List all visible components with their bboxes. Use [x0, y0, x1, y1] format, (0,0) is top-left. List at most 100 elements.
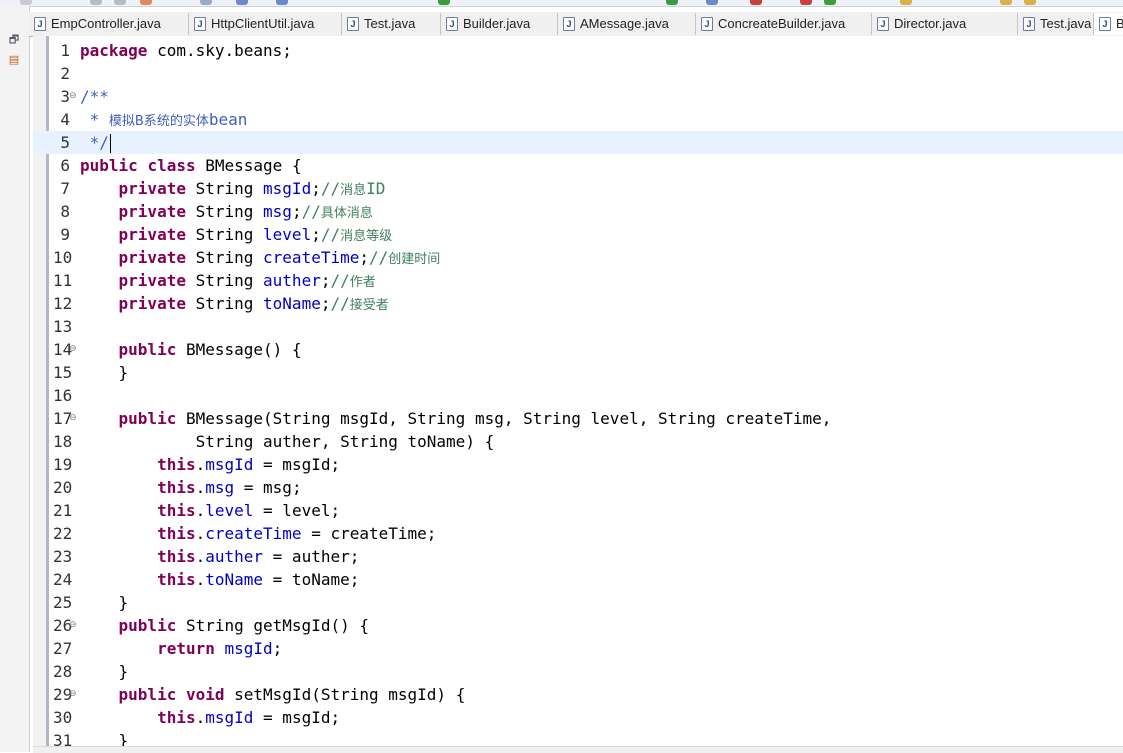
code-token: this — [157, 455, 196, 474]
code-line[interactable]: 29 ⊖ public void setMsgId(String msgId) { — [33, 683, 1123, 706]
code-token: msg — [205, 478, 235, 497]
code-line[interactable]: 8 private String msg;//具体消息 — [33, 200, 1123, 223]
code-line[interactable]: 15 } — [33, 361, 1123, 384]
code-token: private — [118, 202, 186, 221]
code-token: String — [185, 294, 264, 313]
tab-httpclientutil-java[interactable]: J HttpClientUtil.java — [189, 13, 342, 35]
code-line[interactable]: 24 this.toName = toName; — [33, 568, 1123, 591]
tab-amessage-java[interactable]: J AMessage.java — [558, 13, 696, 35]
code-token: msgId — [263, 179, 312, 198]
tab-empcontroller-java[interactable]: J EmpController.java — [29, 13, 189, 35]
code-token: = auther; — [263, 547, 360, 566]
code-token: private — [118, 271, 186, 290]
text-caret — [109, 134, 111, 153]
code-token: String — [185, 271, 264, 290]
code-token: ; — [291, 202, 302, 221]
line-number: 22 — [53, 524, 73, 543]
code-text: } — [80, 361, 129, 384]
code-line[interactable]: 10 private String createTime;//创建时间 — [33, 246, 1123, 269]
tab-test-java[interactable]: J Test.java — [1018, 13, 1094, 35]
code-token: level — [263, 225, 312, 244]
code-line[interactable]: 23 this.auther = auther; — [33, 545, 1123, 568]
code-text: public String getMsgId() { — [80, 614, 369, 637]
code-line[interactable]: 30 this.msgId = msgId; — [33, 706, 1123, 729]
code-line[interactable]: 18 String auther, String toName) { — [33, 430, 1123, 453]
code-line[interactable]: 2 — [33, 62, 1123, 85]
code-token: 消息 — [340, 183, 367, 198]
code-token: = toName; — [263, 570, 360, 589]
code-token: this — [157, 501, 196, 520]
line-number: 9 — [60, 225, 70, 244]
code-text: this.level = level; — [80, 499, 340, 522]
code-line[interactable]: 9 private String level;//消息等级 — [33, 223, 1123, 246]
line-number: 2 — [60, 64, 70, 83]
fold-collapse-icon[interactable]: ⊖ — [69, 344, 77, 354]
code-token: toName — [205, 570, 264, 589]
java-file-icon: J — [1023, 17, 1035, 31]
code-line[interactable]: 27 return msgId; — [33, 637, 1123, 660]
fold-collapse-icon[interactable]: ⊖ — [69, 91, 77, 101]
code-text: } — [80, 660, 129, 683]
code-line[interactable]: 16 — [33, 384, 1123, 407]
code-token: createTime — [263, 248, 360, 267]
outline-icon[interactable]: ▤ — [6, 52, 22, 68]
restore-icon[interactable]: 🗗 — [6, 32, 22, 48]
code-line[interactable]: 12 private String toName;//接受者 — [33, 292, 1123, 315]
line-number: 11 — [53, 271, 73, 290]
code-token: com.sky.beans; — [147, 41, 292, 60]
code-token: this — [157, 547, 196, 566]
code-token: = msgId; — [253, 455, 341, 474]
tab-label: HttpClientUtil.java — [211, 16, 315, 31]
code-token: msgId — [224, 639, 273, 658]
code-text: this.msgId = msgId; — [80, 706, 340, 729]
code-line[interactable]: 19 this.msgId = msgId; — [33, 453, 1123, 476]
code-line[interactable]: 11 private String auther;//作者 — [33, 269, 1123, 292]
code-line[interactable]: 6 public class BMessage { — [33, 154, 1123, 177]
line-number: 27 — [53, 639, 73, 658]
code-line[interactable]: 21 this.level = level; — [33, 499, 1123, 522]
code-line[interactable]: 17 ⊖ public BMessage(String msgId, String… — [33, 407, 1123, 430]
code-token: . — [195, 547, 206, 566]
code-text: private String msgId;//消息ID — [80, 177, 386, 202]
code-token: String — [185, 202, 264, 221]
code-line[interactable]: 20 this.msg = msg; — [33, 476, 1123, 499]
code-line[interactable]: 25 } — [33, 591, 1123, 614]
line-number: 19 — [53, 455, 73, 474]
line-number: 25 — [53, 593, 73, 612]
java-editor[interactable]: 1 package com.sky.beans; 2 3 ⊖/** 4 * 模拟B系统的实… — [33, 36, 1123, 752]
code-line[interactable]: 13 — [33, 315, 1123, 338]
code-token: return — [157, 639, 215, 658]
code-line[interactable]: 3 ⊖/** — [33, 85, 1123, 108]
code-text: this.msg = msg; — [80, 476, 302, 499]
tab-concreatebuilder-java[interactable]: J ConcreateBuilder.java — [696, 13, 872, 35]
fold-collapse-icon[interactable]: ⊖ — [69, 413, 77, 423]
tab-b[interactable]: JB — [1094, 13, 1123, 35]
tab-test-java[interactable]: J Test.java — [342, 13, 441, 35]
code-line[interactable]: 4 * 模拟B系统的实体bean — [33, 108, 1123, 131]
code-line[interactable]: 5 */ — [33, 131, 1123, 154]
fold-collapse-icon[interactable]: ⊖ — [69, 620, 77, 630]
code-line[interactable]: 28 } — [33, 660, 1123, 683]
code-text: String auther, String toName) { — [80, 430, 495, 453]
code-line[interactable]: 1 package com.sky.beans; — [33, 39, 1123, 62]
code-token: String — [185, 248, 264, 267]
line-number: 23 — [53, 547, 73, 566]
code-token: BMessage(String msgId, String msg, Strin… — [176, 409, 832, 428]
code-token: = msgId; — [253, 708, 341, 727]
code-line[interactable]: 7 private String msgId;//消息ID — [33, 177, 1123, 200]
tab-label: Test.java — [364, 16, 416, 31]
line-number: 29 — [53, 685, 73, 704]
tab-director-java[interactable]: J Director.java — [872, 13, 1018, 35]
code-line[interactable]: 26 ⊖ public String getMsgId() { — [33, 614, 1123, 637]
code-line[interactable]: 22 this.createTime = createTime; — [33, 522, 1123, 545]
tab-builder-java[interactable]: J Builder.java — [441, 13, 558, 35]
fold-collapse-icon[interactable]: ⊖ — [69, 689, 77, 699]
code-line[interactable]: 14 ⊖ public BMessage() { — [33, 338, 1123, 361]
